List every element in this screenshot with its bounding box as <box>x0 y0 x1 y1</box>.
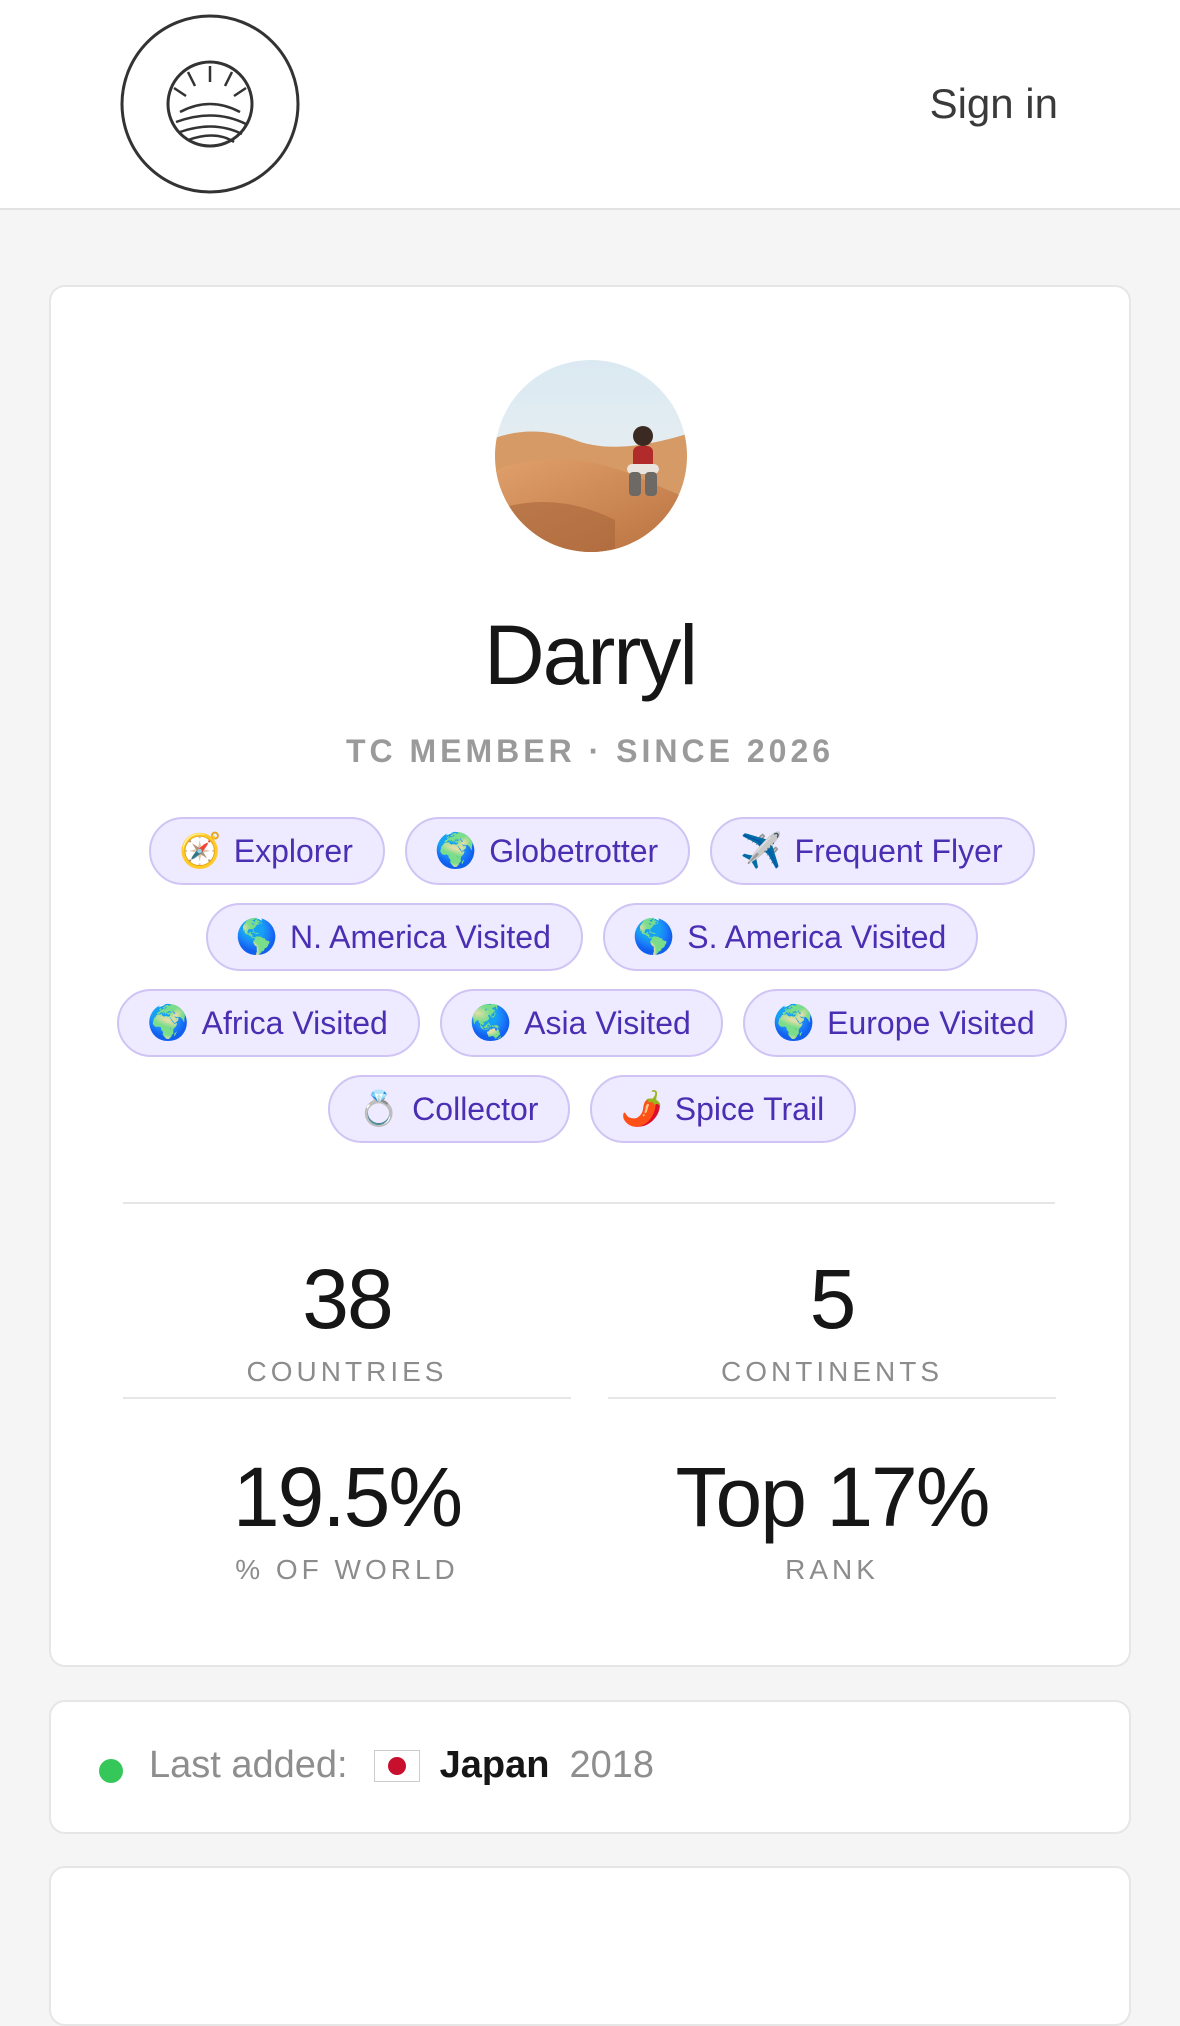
globe-icon: 🌍 <box>772 1004 816 1042</box>
badge-n-america-visited[interactable]: 🌎 N. America Visited <box>205 903 583 971</box>
ring-icon: 💍 <box>357 1090 401 1128</box>
japan-flag-icon <box>373 1749 420 1782</box>
last-added-card[interactable]: Last added: Japan 2018 <box>49 1700 1131 1834</box>
compass-icon: 🧭 <box>179 832 222 870</box>
top-header: Sign in <box>0 0 1180 210</box>
next-card <box>49 1866 1131 2026</box>
badge-label: Europe Visited <box>827 1004 1035 1041</box>
stat-continents: 5 CONTINENTS <box>608 1251 1056 1388</box>
badge-label: Globetrotter <box>489 832 659 869</box>
stat-countries: 38 COUNTRIES <box>123 1251 571 1388</box>
stat-label: % OF WORLD <box>235 1554 459 1585</box>
stat-label: CONTINENTS <box>721 1356 943 1387</box>
badge-label: Frequent Flyer <box>794 832 1003 869</box>
badge-s-america-visited[interactable]: 🌎 S. America Visited <box>602 903 979 971</box>
badge-label: N. America Visited <box>290 918 551 955</box>
globe-icon: 🌍 <box>434 832 478 870</box>
stat-percent-world: 19.5% % OF WORLD <box>123 1449 571 1586</box>
section-divider <box>123 1202 1055 1204</box>
badge-label: Explorer <box>233 832 353 869</box>
globe-icon: 🌍 <box>147 1004 190 1042</box>
chili-pepper-icon: 🌶️ <box>620 1090 663 1128</box>
badge-label: Africa Visited <box>201 1004 388 1041</box>
badge-europe-visited[interactable]: 🌍 Europe Visited <box>742 989 1067 1057</box>
sign-in-link[interactable]: Sign in <box>930 80 1058 128</box>
stat-label: COUNTRIES <box>246 1356 448 1387</box>
avatar <box>495 360 687 552</box>
airplane-icon: ✈️ <box>740 832 783 870</box>
badge-asia-visited[interactable]: 🌏 Asia Visited <box>439 989 723 1057</box>
stat-label: RANK <box>785 1554 879 1585</box>
badge-globetrotter[interactable]: 🌍 Globetrotter <box>404 817 691 885</box>
badge-africa-visited[interactable]: 🌍 Africa Visited <box>117 989 420 1057</box>
stat-value: Top 17% <box>675 1450 991 1544</box>
member-since: TC MEMBER · SINCE 2026 <box>345 733 835 769</box>
profile-name: Darryl <box>484 608 698 702</box>
badge-label: Spice Trail <box>674 1090 825 1127</box>
stat-value: 5 <box>809 1252 857 1346</box>
avatar-photo <box>495 360 687 552</box>
last-added-year: 2018 <box>569 1744 654 1786</box>
globe-americas-icon: 🌎 <box>235 918 279 956</box>
last-added-label: Last added: <box>149 1744 348 1786</box>
stat-divider <box>608 1397 1056 1399</box>
stat-rank: Top 17% RANK <box>608 1449 1056 1586</box>
badge-label: Collector <box>412 1090 539 1127</box>
logo-icon <box>120 14 300 194</box>
badge-explorer[interactable]: 🧭 Explorer <box>149 817 385 885</box>
status-dot-icon <box>99 1759 123 1783</box>
badge-frequent-flyer[interactable]: ✈️ Frequent Flyer <box>710 817 1035 885</box>
badge-list: 🧭 Explorer 🌍 Globetrotter ✈️ Frequent Fl… <box>111 817 1073 1143</box>
globe-asia-icon: 🌏 <box>469 1004 513 1042</box>
badge-label: S. America Visited <box>687 918 947 955</box>
last-added-country: Japan <box>439 1744 550 1786</box>
profile-card: Darryl TC MEMBER · SINCE 2026 🧭 Explorer… <box>49 285 1131 1667</box>
last-added-row: Last added: Japan 2018 <box>149 1744 654 1787</box>
globe-americas-icon: 🌎 <box>632 918 676 956</box>
stat-value: 38 <box>302 1252 393 1346</box>
stat-value: 19.5% <box>232 1450 463 1544</box>
stat-divider <box>123 1397 571 1399</box>
traveller-collective-logo[interactable] <box>118 12 302 196</box>
badge-label: Asia Visited <box>524 1004 691 1041</box>
badge-spice-trail[interactable]: 🌶️ Spice Trail <box>590 1075 857 1143</box>
badge-collector[interactable]: 💍 Collector <box>327 1075 571 1143</box>
